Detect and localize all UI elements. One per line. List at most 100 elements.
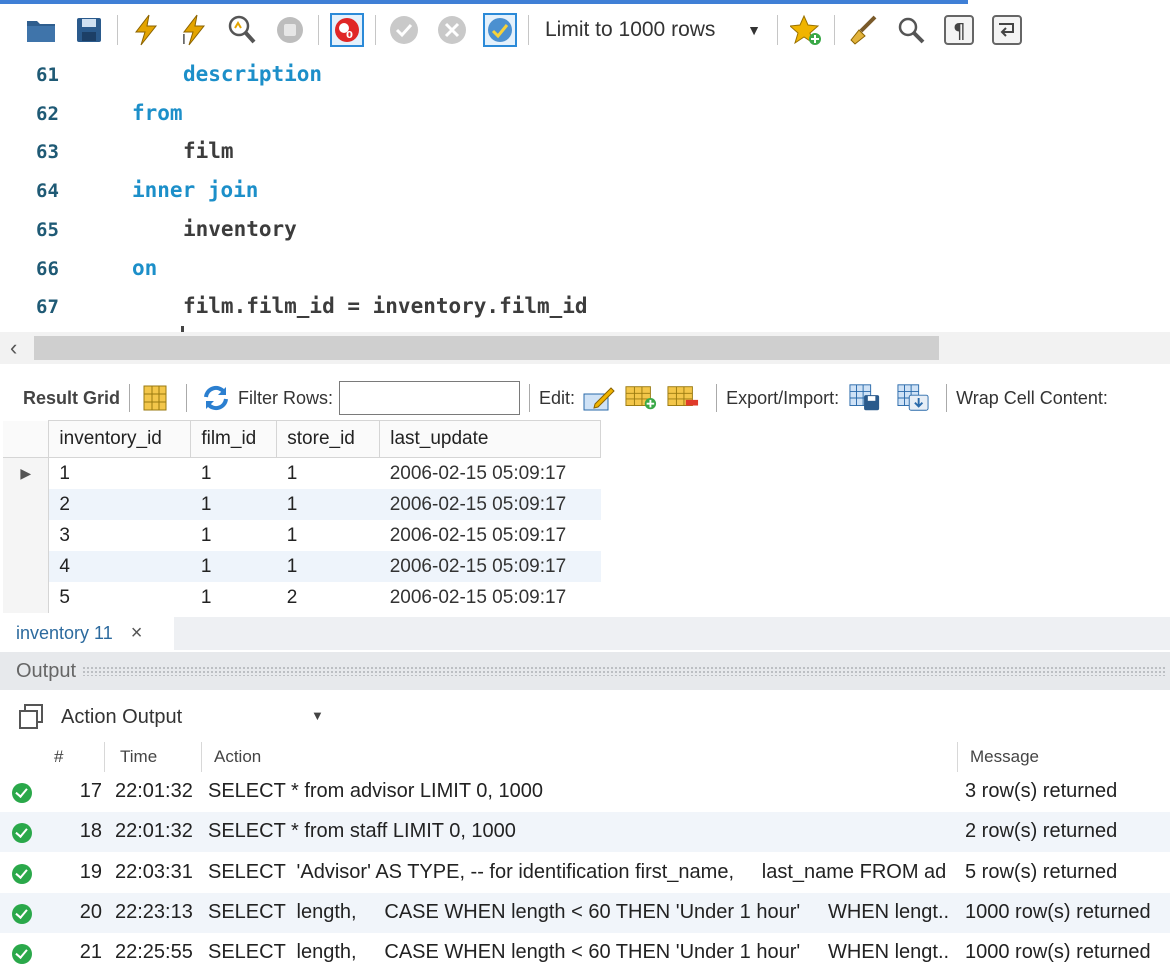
output-row[interactable]: 19 22:03:31 SELECT 'Advisor' AS TYPE, -- f… (0, 853, 1170, 893)
toolbar-separator (716, 384, 718, 412)
output-mode-selector: Action Output ▼ (0, 696, 340, 738)
table-cell[interactable]: 1 (191, 520, 277, 551)
limit-rows-dropdown[interactable]: Limit to 1000 rows ▼ (539, 13, 767, 47)
grid-layout-icon[interactable] (139, 382, 171, 414)
table-row[interactable]: 4 1 1 2006-02-15 05:09:17 (3, 551, 601, 582)
code-line[interactable]: 67 film.film_id = inventory.film_id (0, 288, 1170, 327)
code-line[interactable]: 61 description (0, 56, 1170, 95)
rollback-icon[interactable] (435, 13, 469, 47)
editor-horizontal-scrollbar[interactable]: ‹ (0, 332, 1170, 364)
save-icon[interactable] (72, 13, 106, 47)
execute-current-icon[interactable]: I (177, 13, 211, 47)
toggle-stop-on-error-icon[interactable]: 0 (330, 13, 364, 47)
autocommit-icon[interactable] (483, 13, 517, 47)
output-mode-label[interactable]: Action Output (61, 706, 182, 729)
commit-icon[interactable] (387, 13, 421, 47)
filter-rows-input[interactable] (339, 381, 521, 415)
result-grid: inventory_id film_id store_id last_updat… (3, 420, 601, 613)
row-selector[interactable]: ▶ (3, 457, 50, 489)
table-cell[interactable]: 1 (277, 520, 380, 551)
column-header-message[interactable]: Message (970, 747, 1039, 767)
table-cell[interactable]: 1 (49, 458, 191, 490)
output-row[interactable]: 20 22:23:13 SELECT length, CASE WHEN lengt… (0, 892, 1170, 933)
sql-keyword: description (183, 62, 323, 86)
insert-row-icon[interactable] (625, 382, 657, 414)
table-row[interactable]: 5 1 2 2006-02-15 05:09:17 (3, 582, 601, 613)
column-header[interactable]: store_id (276, 420, 381, 458)
row-selector[interactable] (3, 551, 50, 582)
explain-icon[interactable] (225, 13, 259, 47)
table-row[interactable]: 3 1 1 2006-02-15 05:09:17 (3, 520, 601, 551)
table-cell[interactable]: 1 (276, 551, 380, 582)
output-row[interactable]: 18 22:01:32 SELECT * from staff LIMIT 0, 1… (0, 812, 1170, 853)
table-row[interactable]: 2 1 1 2006-02-15 05:09:17 (3, 489, 601, 520)
table-cell[interactable]: 1 (191, 458, 277, 490)
table-cell[interactable]: 2006-02-15 05:09:17 (380, 458, 601, 490)
beautify-icon[interactable] (846, 13, 880, 47)
find-icon[interactable] (894, 13, 928, 47)
refresh-icon[interactable] (200, 382, 232, 414)
sql-editor[interactable]: 61 description 62 from 63 film 64 inner join 65 i… (0, 56, 1170, 330)
code-line[interactable]: 63 film (0, 133, 1170, 172)
import-icon[interactable] (897, 382, 929, 414)
code-line[interactable]: 64 inner join (0, 172, 1170, 211)
panel-grip[interactable] (82, 666, 1166, 676)
close-icon[interactable]: × (131, 622, 143, 645)
column-header[interactable]: last_update (379, 420, 601, 458)
table-cell[interactable]: 2006-02-15 05:09:17 (380, 520, 601, 551)
chevron-left-icon[interactable]: ‹ (10, 335, 17, 361)
code-line[interactable]: 65 inventory (0, 211, 1170, 250)
table-cell[interactable]: 2 (277, 582, 380, 613)
line-number: 65 (36, 218, 59, 241)
delete-row-icon[interactable] (667, 382, 699, 414)
output-row[interactable]: 21 22:25:55 SELECT length, CASE WHEN lengt… (0, 933, 1170, 973)
export-icon[interactable] (849, 382, 881, 414)
result-grid-toolbar: Result Grid Filter Rows: Edit: Export/Im… (0, 376, 1170, 420)
column-header-time[interactable]: Time (120, 747, 157, 767)
sql-identifier: inventory (183, 216, 297, 241)
output-row-time: 22:23:13 (115, 900, 193, 923)
column-header[interactable]: film_id (190, 420, 278, 458)
edit-current-row-icon[interactable] (583, 382, 615, 414)
wrap-lines-icon[interactable] (990, 13, 1024, 47)
output-row-message: 5 row(s) returned (965, 860, 1118, 883)
table-cell[interactable]: 1 (191, 582, 277, 613)
table-cell[interactable]: 2006-02-15 05:09:17 (379, 551, 601, 582)
row-selector[interactable] (3, 520, 50, 551)
toolbar-separator (318, 15, 319, 45)
table-cell[interactable]: 4 (48, 551, 191, 582)
column-header-number[interactable]: # (54, 747, 63, 767)
column-header[interactable]: inventory_id (48, 420, 192, 458)
invisible-chars-icon[interactable]: ¶ (942, 13, 976, 47)
table-cell[interactable]: 1 (277, 458, 380, 490)
output-row-time: 22:01:32 (115, 820, 193, 843)
execute-icon[interactable] (129, 13, 163, 47)
table-cell[interactable]: 1 (190, 551, 277, 582)
table-cell[interactable]: 5 (49, 582, 191, 613)
copy-icon[interactable] (17, 703, 45, 731)
chevron-down-icon[interactable]: ▼ (311, 708, 324, 723)
stop-icon[interactable] (273, 13, 307, 47)
folder-open-icon[interactable] (24, 13, 58, 47)
table-row[interactable]: ▶ 1 1 1 2006-02-15 05:09:17 (3, 457, 601, 490)
table-cell[interactable]: 3 (49, 520, 191, 551)
output-row[interactable]: 17 22:01:32 SELECT * from advisor LIMIT 0,… (0, 772, 1170, 812)
tab-inventory-11[interactable]: inventory 11 × (0, 617, 174, 650)
row-selector[interactable] (3, 489, 50, 520)
column-header-action[interactable]: Action (214, 747, 261, 767)
scrollbar-thumb[interactable] (34, 336, 939, 360)
code-line[interactable]: 66 on (0, 250, 1170, 289)
success-check-icon (12, 944, 32, 965)
bookmark-star-icon[interactable] (789, 13, 823, 47)
table-cell[interactable]: 2 (48, 489, 191, 520)
toolbar-separator (375, 15, 376, 45)
code-line[interactable]: 62 from (0, 95, 1170, 134)
table-cell[interactable]: 1 (276, 489, 380, 520)
sql-editor-toolbar: I 0 Limit to 1000 rows ▼ ¶ (0, 4, 1170, 56)
table-cell[interactable]: 2006-02-15 05:09:17 (380, 582, 601, 613)
result-grid-label[interactable]: Result Grid (23, 388, 120, 409)
code-text: from (132, 101, 183, 125)
table-cell[interactable]: 2006-02-15 05:09:17 (379, 489, 601, 520)
row-selector[interactable] (3, 582, 50, 613)
table-cell[interactable]: 1 (190, 489, 277, 520)
